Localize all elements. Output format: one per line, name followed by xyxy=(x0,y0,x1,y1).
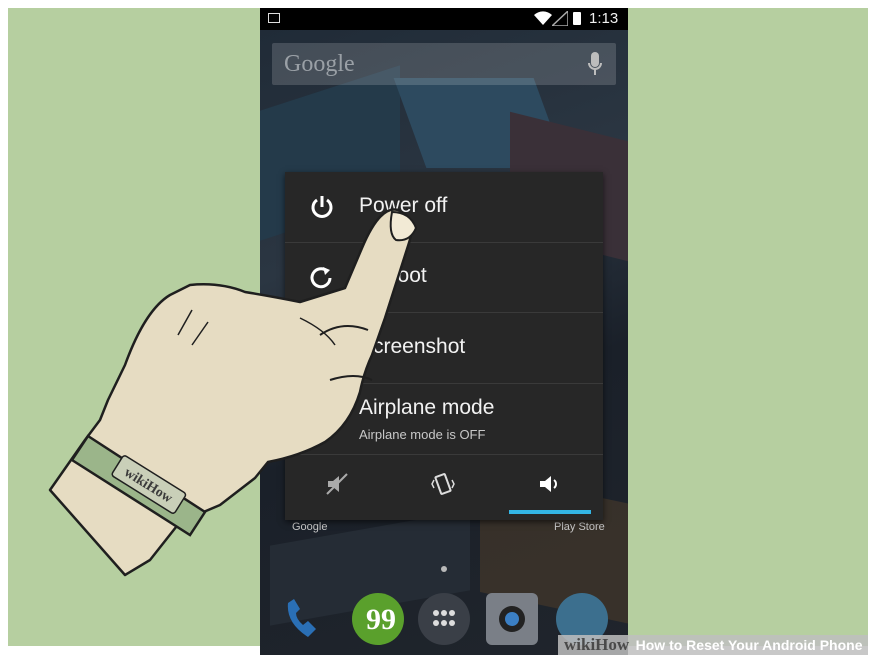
menu-item-power-off[interactable]: Power off xyxy=(285,172,603,243)
airplane-icon xyxy=(311,408,333,430)
status-bar: 1:13 xyxy=(260,8,628,30)
menu-item-screenshot[interactable]: Screenshot xyxy=(285,313,603,384)
background-left xyxy=(8,8,260,646)
menu-item-label: Screenshot xyxy=(359,335,466,358)
menu-item-reboot[interactable]: Reboot xyxy=(285,242,603,313)
sound-on-icon xyxy=(540,476,557,492)
picture-notification-icon xyxy=(268,13,280,23)
vibrate-icon xyxy=(431,473,455,495)
silent-icon xyxy=(326,473,348,495)
sound-mode-on[interactable] xyxy=(497,454,603,520)
phone-app-icon[interactable] xyxy=(278,593,330,645)
app-drawer-icon[interactable] xyxy=(418,593,470,645)
sound-mode-silent[interactable] xyxy=(285,454,391,520)
wikihow-banner: wikiHow How to Reset Your Android Phone xyxy=(558,635,868,655)
menu-item-label: Reboot xyxy=(359,264,427,287)
home-label-google: Google xyxy=(292,521,328,533)
power-options-menu: Power off Reboot Screenshot Airplane mod… xyxy=(285,172,603,520)
signal-icon xyxy=(552,11,568,26)
reboot-icon xyxy=(310,267,332,289)
camera-app-icon[interactable] xyxy=(486,593,538,645)
hangouts-app-icon[interactable]: 99 xyxy=(352,593,404,645)
menu-item-label: Airplane mode xyxy=(359,396,495,419)
menu-item-sublabel: Airplane mode is OFF xyxy=(359,427,486,442)
menu-item-airplane-mode[interactable]: Airplane mode Airplane mode is OFF xyxy=(285,384,603,455)
home-label-play-store: Play Store xyxy=(554,521,605,533)
google-search-bar[interactable]: Google xyxy=(272,43,616,85)
camera-icon xyxy=(311,339,333,357)
microphone-icon[interactable] xyxy=(588,52,602,76)
active-mode-indicator xyxy=(509,510,591,514)
google-search-label: Google xyxy=(284,51,355,77)
background-right xyxy=(628,8,868,646)
wikihow-logo: wikiHow xyxy=(564,635,630,654)
sound-mode-vibrate[interactable] xyxy=(391,454,497,520)
sound-mode-selector xyxy=(285,454,603,520)
wifi-icon xyxy=(534,11,552,25)
menu-item-label: Power off xyxy=(359,194,448,217)
svg-text:99: 99 xyxy=(366,603,396,636)
page-indicator xyxy=(441,566,447,572)
battery-icon xyxy=(573,12,581,25)
power-icon xyxy=(311,196,333,218)
article-title: How to Reset Your Android Phone xyxy=(635,637,863,653)
status-time: 1:13 xyxy=(589,10,619,27)
